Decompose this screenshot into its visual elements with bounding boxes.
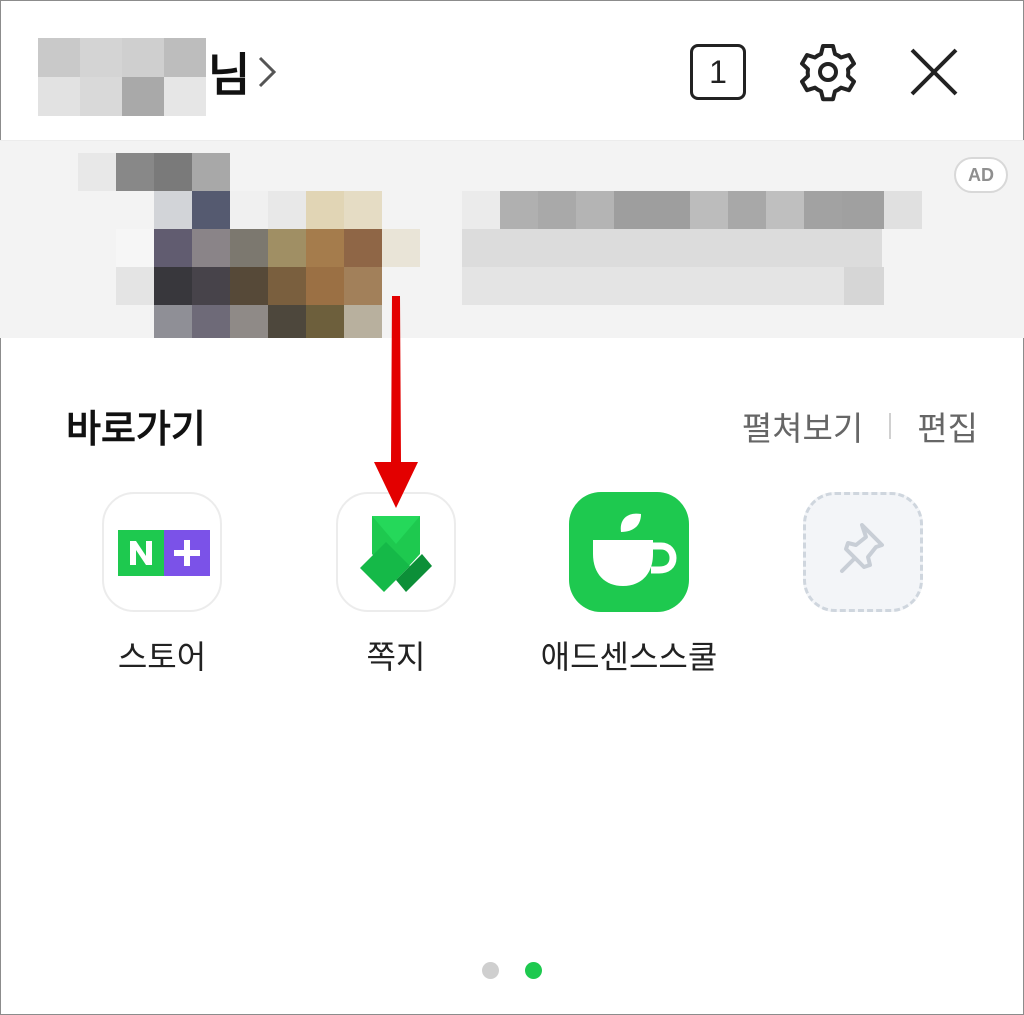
shortcut-note-label: 쪽지	[366, 638, 426, 676]
divider	[889, 413, 892, 439]
shortcut-cafe[interactable]	[569, 492, 689, 612]
cafe-icon	[593, 513, 677, 586]
shortcut-store-label: 스토어	[117, 638, 207, 676]
ad-badge: AD	[954, 157, 1008, 193]
expand-button[interactable]: 펼쳐보기	[742, 402, 863, 450]
annotation-arrow-icon	[374, 296, 418, 508]
page-dot-2[interactable]	[525, 962, 542, 979]
user-honorific[interactable]: 님	[208, 36, 250, 114]
gear-icon[interactable]	[796, 40, 860, 104]
ad-banner[interactable]: AD	[0, 141, 1024, 338]
shortcut-store[interactable]	[102, 492, 222, 612]
shortcut-add-slot[interactable]	[803, 492, 923, 612]
naver-plus-store-icon	[118, 530, 210, 576]
edit-button[interactable]: 편집	[917, 402, 978, 450]
header: 님 1	[0, 0, 1024, 141]
close-icon[interactable]	[906, 44, 962, 100]
shortcuts-title: 바로가기	[66, 407, 206, 451]
page-dot-1[interactable]	[482, 962, 499, 979]
pagination-dots	[482, 962, 542, 979]
shortcut-cafe-label: 애드센스스쿨	[540, 638, 718, 676]
tab-count-button[interactable]: 1	[690, 44, 746, 100]
shortcuts-actions: 펼쳐보기 편집	[742, 402, 978, 450]
pin-icon	[840, 523, 884, 573]
chevron-right-icon[interactable]	[256, 52, 278, 92]
user-name-blurred[interactable]	[38, 38, 206, 116]
